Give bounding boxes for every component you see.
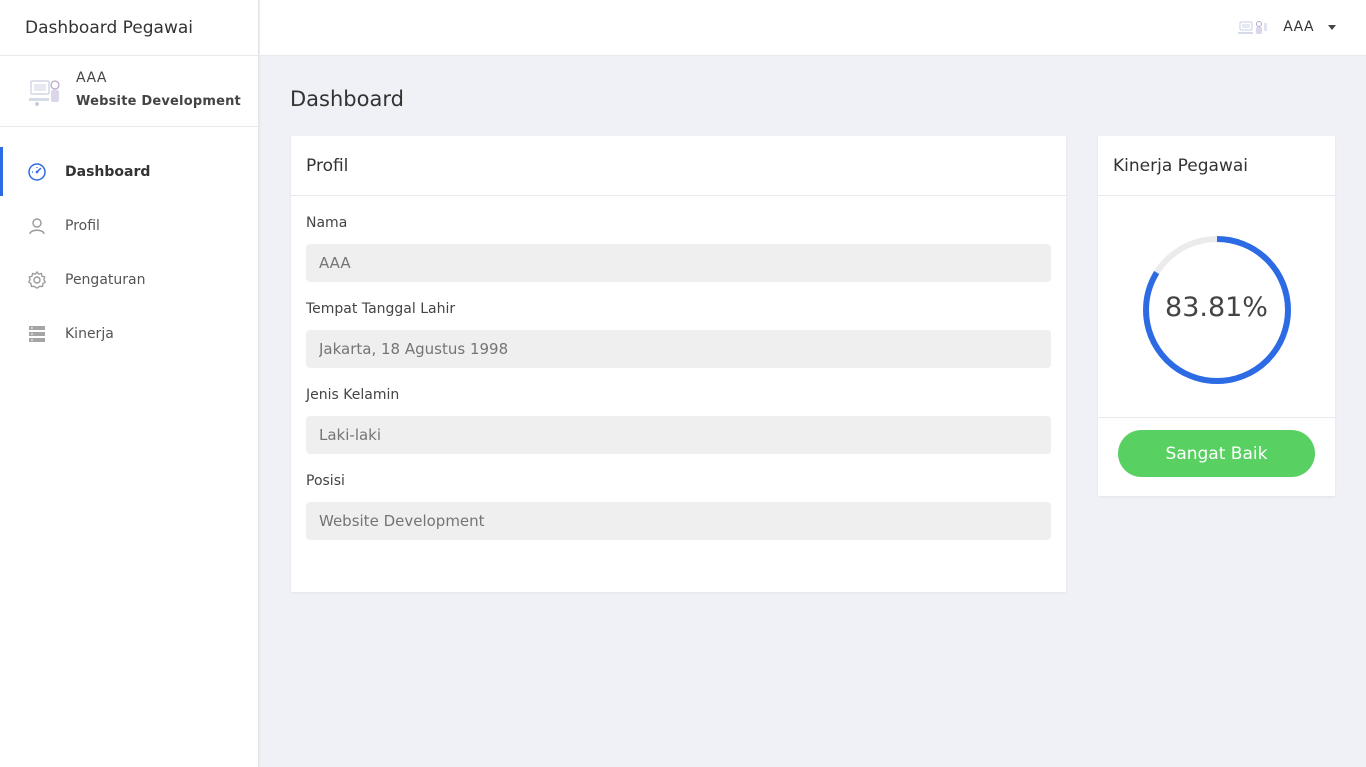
- sidebar-user-name: AAA: [76, 69, 108, 86]
- kinerja-status-button[interactable]: Sangat Baik: [1118, 430, 1315, 477]
- user-icon: [26, 215, 48, 237]
- jenis-kelamin-label: Jenis Kelamin: [306, 387, 400, 403]
- jenis-kelamin-field[interactable]: [306, 416, 1051, 454]
- profil-card: Profil Nama Tempat Tanggal Lahir Jenis K…: [291, 136, 1066, 592]
- sidebar-nav: Dashboard Profil Pengaturan Kinerja: [0, 147, 258, 358]
- form-group-ttl: Tempat Tanggal Lahir: [306, 300, 1051, 368]
- dashboard-gauge-icon: [26, 161, 48, 183]
- form-group-posisi: Posisi: [306, 472, 1051, 540]
- sidebar-user-role: Website Development: [76, 93, 241, 109]
- brand-title[interactable]: Dashboard Pegawai: [0, 0, 258, 56]
- kinerja-card: Kinerja Pegawai 83.81% Sangat Baik: [1098, 136, 1335, 496]
- gear-icon: [26, 269, 48, 291]
- sidebar-item-label: Dashboard: [65, 163, 151, 180]
- chevron-down-icon: [1328, 24, 1336, 30]
- posisi-label: Posisi: [306, 473, 345, 489]
- form-group-jenis-kelamin: Jenis Kelamin: [306, 386, 1051, 454]
- kinerja-gauge: 83.81%: [1098, 196, 1335, 418]
- profil-form: Nama Tempat Tanggal Lahir Jenis Kelamin …: [291, 214, 1066, 540]
- server-list-icon: [26, 323, 48, 345]
- topbar: AAA: [260, 0, 1366, 56]
- ttl-label: Tempat Tanggal Lahir: [306, 301, 456, 317]
- sidebar-item-label: Pengaturan: [65, 271, 146, 288]
- user-menu[interactable]: AAA: [1237, 16, 1336, 38]
- nama-field[interactable]: [306, 244, 1051, 282]
- avatar: [1237, 16, 1269, 38]
- kinerja-percent: 83.81%: [1165, 292, 1268, 323]
- form-group-nama: Nama: [306, 214, 1051, 282]
- sidebar-item-label: Profil: [65, 217, 100, 234]
- avatar: [25, 71, 65, 111]
- sidebar: Dashboard Pegawai AAA Website Developmen…: [0, 0, 259, 767]
- sidebar-user: AAA Website Development: [0, 56, 258, 127]
- sidebar-item-kinerja[interactable]: Kinerja: [0, 309, 258, 358]
- posisi-field[interactable]: [306, 502, 1051, 540]
- page-title: Dashboard: [290, 87, 404, 111]
- ttl-field[interactable]: [306, 330, 1051, 368]
- nama-label: Nama: [306, 215, 348, 231]
- user-menu-name: AAA: [1283, 19, 1314, 35]
- profil-card-title: Profil: [291, 136, 1066, 196]
- sidebar-item-pengaturan[interactable]: Pengaturan: [0, 255, 258, 304]
- sidebar-item-label: Kinerja: [65, 325, 114, 342]
- sidebar-item-dashboard[interactable]: Dashboard: [0, 147, 258, 196]
- sidebar-item-profil[interactable]: Profil: [0, 201, 258, 250]
- kinerja-card-title: Kinerja Pegawai: [1098, 136, 1335, 196]
